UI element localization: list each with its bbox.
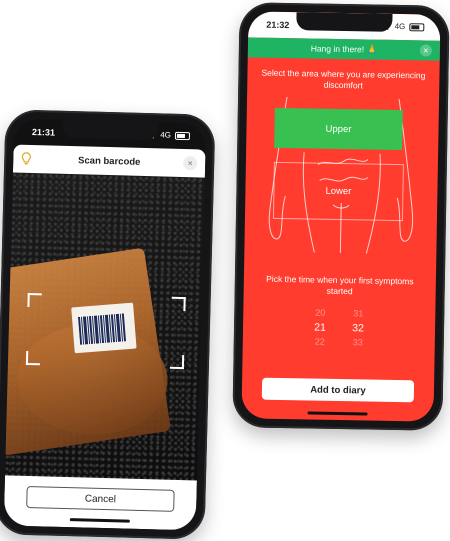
close-icon[interactable]: × bbox=[183, 155, 198, 171]
scan-screen: 21:31 4G Scan barcode × Cancel bbox=[3, 118, 207, 531]
add-to-diary-button[interactable]: Add to diary bbox=[261, 377, 415, 403]
cancel-bar: Cancel bbox=[3, 475, 197, 531]
cancel-button[interactable]: Cancel bbox=[26, 486, 175, 512]
status-time: 21:32 bbox=[266, 19, 290, 31]
hour-option-selected[interactable]: 21 bbox=[305, 319, 335, 336]
battery-icon bbox=[409, 22, 425, 31]
minute-option[interactable]: 33 bbox=[343, 336, 373, 350]
phone-notch bbox=[61, 119, 159, 141]
encouragement-banner: Hang in there! 🙏 bbox=[247, 37, 441, 61]
lightbulb-icon[interactable] bbox=[21, 152, 31, 166]
time-prompt: Pick the time when your first symptoms s… bbox=[266, 273, 414, 297]
hour-option[interactable]: 20 bbox=[305, 306, 335, 320]
scan-corner-bottom-right bbox=[169, 354, 185, 370]
lower-zone-button[interactable]: Lower bbox=[272, 161, 404, 222]
banner-text: Hang in there! 🙏 bbox=[310, 42, 378, 55]
time-picker[interactable]: 20 21 22 31 32 33 bbox=[293, 306, 386, 352]
network-label: 4G bbox=[394, 21, 406, 32]
hour-option[interactable]: 22 bbox=[305, 335, 335, 349]
upper-zone-button[interactable]: Upper bbox=[274, 107, 403, 151]
minute-option-selected[interactable]: 32 bbox=[343, 320, 373, 337]
symptom-phone: 21:32 4G Hang in there! 🙏 × Select the a… bbox=[232, 2, 450, 431]
area-prompt: Select the area where you are experienci… bbox=[261, 67, 426, 91]
hour-column[interactable]: 20 21 22 bbox=[305, 306, 336, 349]
scan-header: Scan barcode × bbox=[12, 144, 206, 178]
symptom-screen: 21:32 4G Hang in there! 🙏 × Select the a… bbox=[241, 11, 441, 422]
scan-corner-bottom-left bbox=[25, 350, 41, 366]
minute-option[interactable]: 31 bbox=[343, 307, 373, 321]
scan-phone: 21:31 4G Scan barcode × Cancel bbox=[0, 109, 216, 540]
network-label: 4G bbox=[160, 130, 172, 140]
phone-notch bbox=[296, 12, 393, 32]
battery-icon bbox=[174, 131, 191, 140]
scan-corner-top-left bbox=[27, 292, 42, 308]
scan-target-frame bbox=[25, 292, 186, 370]
scan-title: Scan barcode bbox=[77, 154, 141, 168]
home-indicator bbox=[69, 518, 130, 523]
minute-column[interactable]: 31 32 33 bbox=[343, 307, 374, 350]
status-time: 21:31 bbox=[31, 127, 56, 138]
home-indicator bbox=[307, 411, 368, 416]
scan-corner-top-right bbox=[171, 296, 186, 312]
